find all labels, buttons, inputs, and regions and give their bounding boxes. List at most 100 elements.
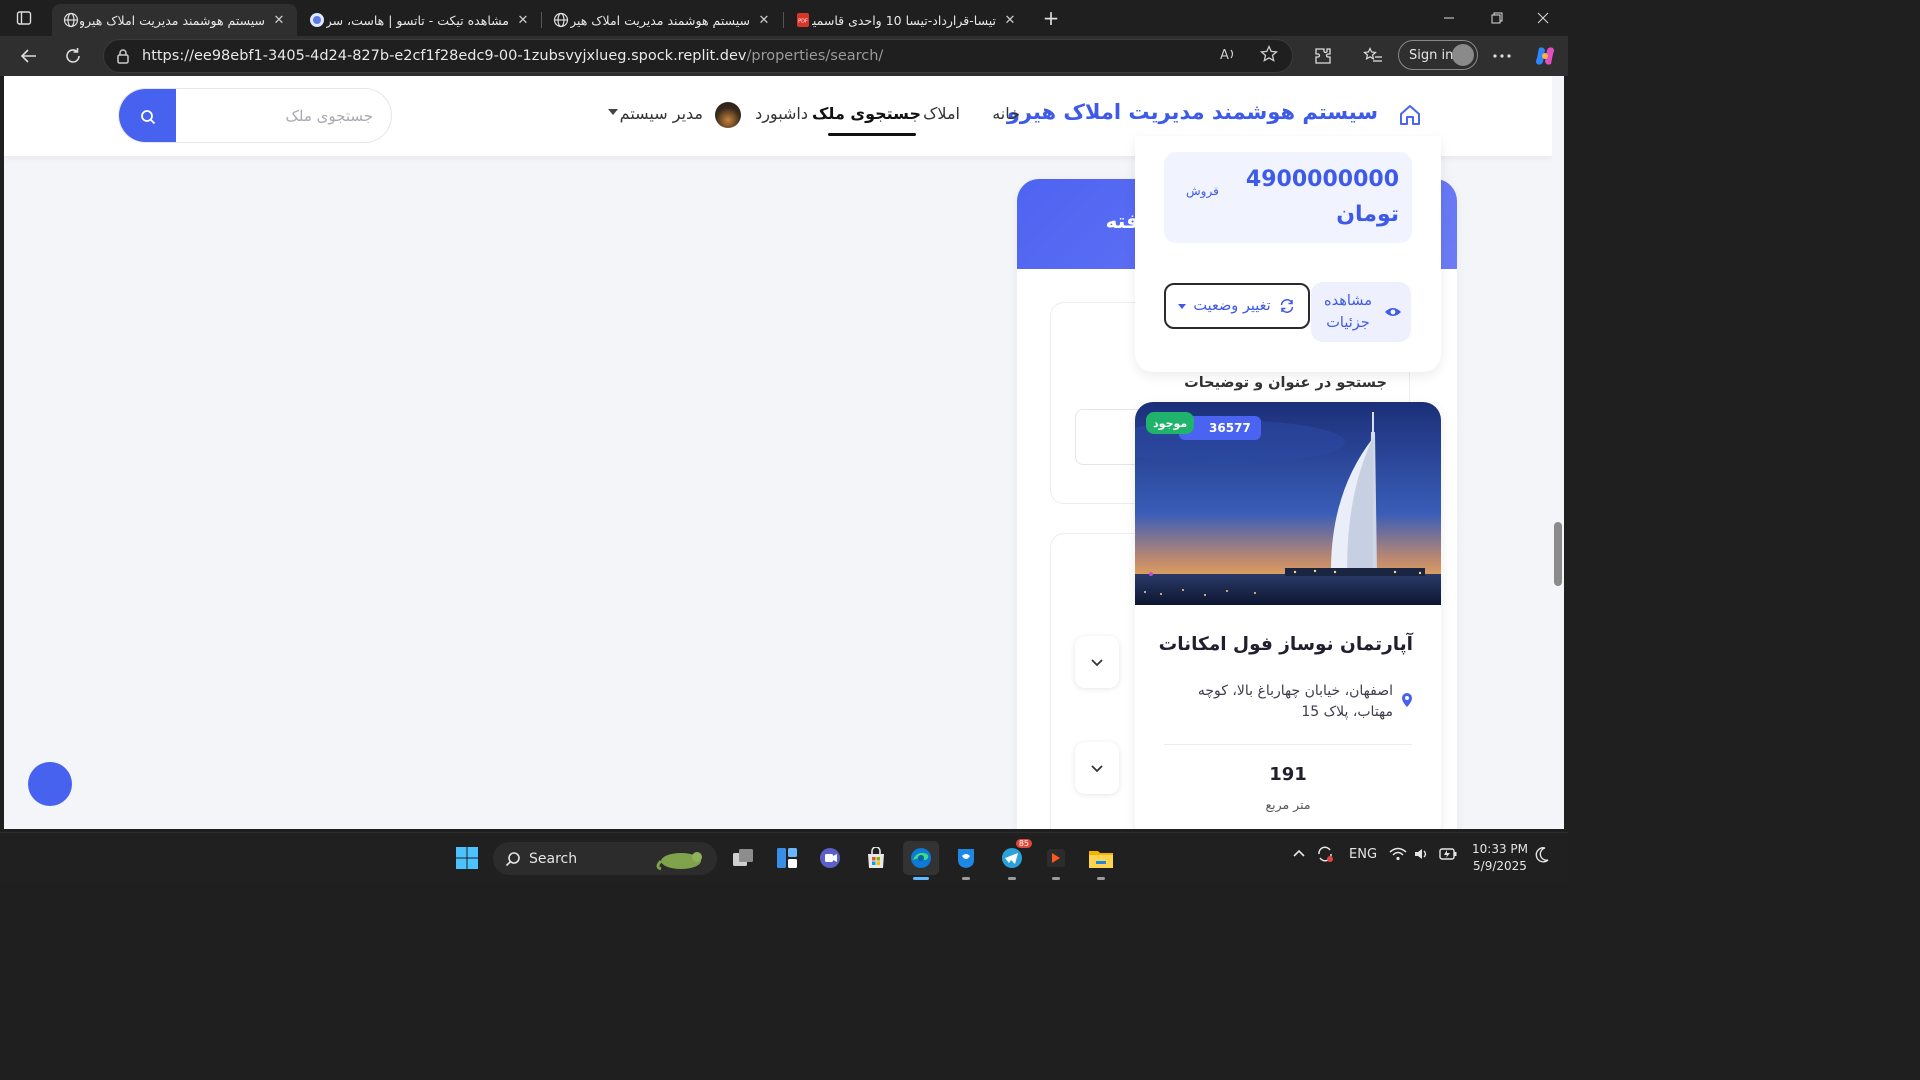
copilot-icon[interactable] [1532, 43, 1558, 69]
minimize-icon[interactable] [1426, 4, 1472, 32]
globe-icon [552, 11, 570, 29]
nav-dashboard[interactable]: داشبورد [755, 104, 808, 123]
tab-title: سیستم هوشمند مدیریت املاک هیرو [570, 12, 750, 28]
volume-icon[interactable] [1414, 847, 1430, 865]
app-icon[interactable] [948, 841, 984, 875]
close-tab-icon[interactable]: ✕ [271, 12, 287, 28]
close-tab-icon[interactable]: ✕ [515, 12, 531, 28]
chevron-down-icon [1091, 764, 1103, 772]
view-details-button[interactable]: مشاهده جزئیات [1311, 282, 1411, 342]
running-indicator [962, 877, 970, 880]
refresh-icon[interactable] [58, 42, 88, 70]
scrollbar-thumb[interactable] [1554, 522, 1562, 586]
search-icon [140, 109, 155, 124]
store-icon[interactable] [858, 841, 894, 875]
telegram-icon[interactable]: 85 [994, 839, 1032, 875]
sync-tray-icon[interactable] [1316, 845, 1334, 867]
svg-text:A: A [1220, 48, 1229, 62]
browser-tab-2[interactable]: ✕ مشاهده تیکت - تاتسو | هاست، سرو [298, 4, 541, 36]
task-view-icon[interactable] [725, 841, 761, 875]
address-bar[interactable]: https://ee98ebf1-3405-4d24-827b-e2cf1f28… [103, 39, 1293, 73]
url-text: https://ee98ebf1-3405-4d24-827b-e2cf1f28… [142, 48, 883, 64]
browser-tab-3[interactable]: ✕ سیستم هوشمند مدیریت املاک هیرو [542, 4, 782, 36]
expand-filter-button[interactable] [1075, 636, 1119, 688]
divider [1164, 744, 1412, 745]
property-search-input[interactable] [176, 89, 391, 142]
tatso-icon [308, 11, 326, 29]
tab-title: تیسا-قرارداد-تیسا 10 واحدی قاسمیه [812, 12, 996, 28]
property-title[interactable]: آپارتمان نوساز فول امکانات [1159, 634, 1413, 655]
read-aloud-icon[interactable]: A [1217, 44, 1239, 64]
language-indicator[interactable]: ENG [1349, 847, 1377, 862]
page-scrollbar[interactable] [1552, 76, 1564, 829]
running-indicator [1097, 877, 1105, 880]
close-window-icon[interactable] [1520, 4, 1566, 32]
active-indicator [913, 877, 929, 880]
browser-tab-1[interactable]: ✕ سیستم هوشمند مدیریت املاک هیرو [52, 4, 297, 36]
new-tab-button[interactable]: + [1038, 6, 1064, 30]
pdf-icon: PDF [794, 11, 812, 29]
search-in-title-label: جستجو در عنوان و توضیحات [1184, 375, 1387, 391]
url-path: /properties/search/ [746, 48, 884, 64]
battery-icon[interactable] [1439, 847, 1457, 865]
browser-tab-4[interactable]: ✕ تیسا-قرارداد-تیسا 10 واحدی قاسمیه PDF [784, 4, 1028, 36]
browser-toolbar: https://ee98ebf1-3405-4d24-827b-e2cf1f28… [0, 36, 1568, 76]
close-tab-icon[interactable]: ✕ [756, 12, 772, 28]
favorite-star-icon[interactable] [1258, 44, 1280, 64]
page-viewport: سیستم هوشمند مدیریت املاک هیرو خانه املا… [4, 76, 1564, 829]
nav-active-underline [828, 133, 916, 136]
search-icon [505, 851, 520, 866]
back-arrow-icon[interactable] [14, 42, 44, 70]
view-details-label: مشاهده جزئیات [1324, 293, 1372, 331]
taskbar-search-label: Search [529, 850, 578, 867]
change-status-button[interactable]: تغییر وضعیت [1164, 283, 1310, 329]
clock-date: 5/9/2025 [1473, 859, 1527, 873]
site-brand[interactable]: سیستم هوشمند مدیریت املاک هیرو [1007, 100, 1378, 124]
tab-title: سیستم هوشمند مدیریت املاک هیرو [80, 12, 265, 28]
taskbar-search[interactable]: Search [493, 842, 717, 875]
nav-home[interactable]: خانه [992, 104, 1020, 123]
filter-panel-title: فته [1105, 209, 1139, 233]
tab-actions-icon[interactable] [10, 6, 38, 30]
sign-in-button[interactable]: Sign in [1398, 40, 1478, 70]
property-card: 4900000000 تومان فروش مشاهده جزئیات تغیی… [1135, 136, 1441, 372]
wifi-icon[interactable] [1389, 847, 1407, 865]
nav-properties[interactable]: املاک [923, 104, 960, 123]
user-avatar[interactable] [715, 102, 741, 128]
system-clock[interactable]: 10:33 PM 5/9/2025 [1467, 841, 1533, 875]
globe-icon [62, 11, 80, 29]
expand-filter-button[interactable] [1075, 742, 1119, 794]
price-box: 4900000000 تومان فروش [1164, 152, 1412, 243]
close-tab-icon[interactable]: ✕ [1002, 12, 1018, 28]
notification-count: 85 [1015, 839, 1032, 848]
notification-moon-icon[interactable] [1535, 847, 1549, 867]
sync-icon [1280, 299, 1293, 313]
profile-avatar-icon [1452, 44, 1474, 66]
chevron-down-icon[interactable] [608, 109, 618, 115]
property-image: 36577 موجود [1135, 402, 1441, 605]
nav-property-search[interactable]: جستجوی ملک [812, 104, 921, 123]
user-menu[interactable]: مدیر سیستم [620, 104, 703, 123]
file-explorer-icon[interactable] [1083, 841, 1119, 875]
floating-action-button[interactable] [28, 762, 72, 806]
extensions-icon[interactable] [1310, 43, 1336, 69]
sign-in-label: Sign in [1409, 47, 1454, 63]
windows-start-icon[interactable] [449, 841, 485, 875]
app-icon-2[interactable] [1038, 841, 1074, 875]
teams-meet-icon[interactable] [813, 841, 849, 875]
more-options-icon[interactable] [1489, 43, 1515, 69]
restore-icon[interactable] [1474, 4, 1520, 32]
property-price: 4900000000 تومان [1245, 167, 1399, 227]
windows-taskbar: Search 85 ENG 10:33 PM 5/9/2025 [0, 832, 1568, 882]
chevron-up-icon[interactable] [1292, 847, 1306, 862]
clock-time: 10:33 PM [1472, 842, 1528, 856]
widgets-icon[interactable] [769, 841, 805, 875]
search-button[interactable] [119, 89, 176, 142]
favorites-list-icon[interactable] [1360, 43, 1386, 69]
home-logo-icon[interactable] [1398, 103, 1422, 131]
property-card[interactable]: 36577 موجود آپارتمان نوساز فول امکانات ا… [1135, 402, 1441, 829]
lock-icon[interactable] [104, 48, 142, 64]
edge-browser-icon[interactable] [903, 841, 939, 875]
chameleon-icon [656, 852, 702, 871]
running-indicator [1052, 877, 1060, 880]
